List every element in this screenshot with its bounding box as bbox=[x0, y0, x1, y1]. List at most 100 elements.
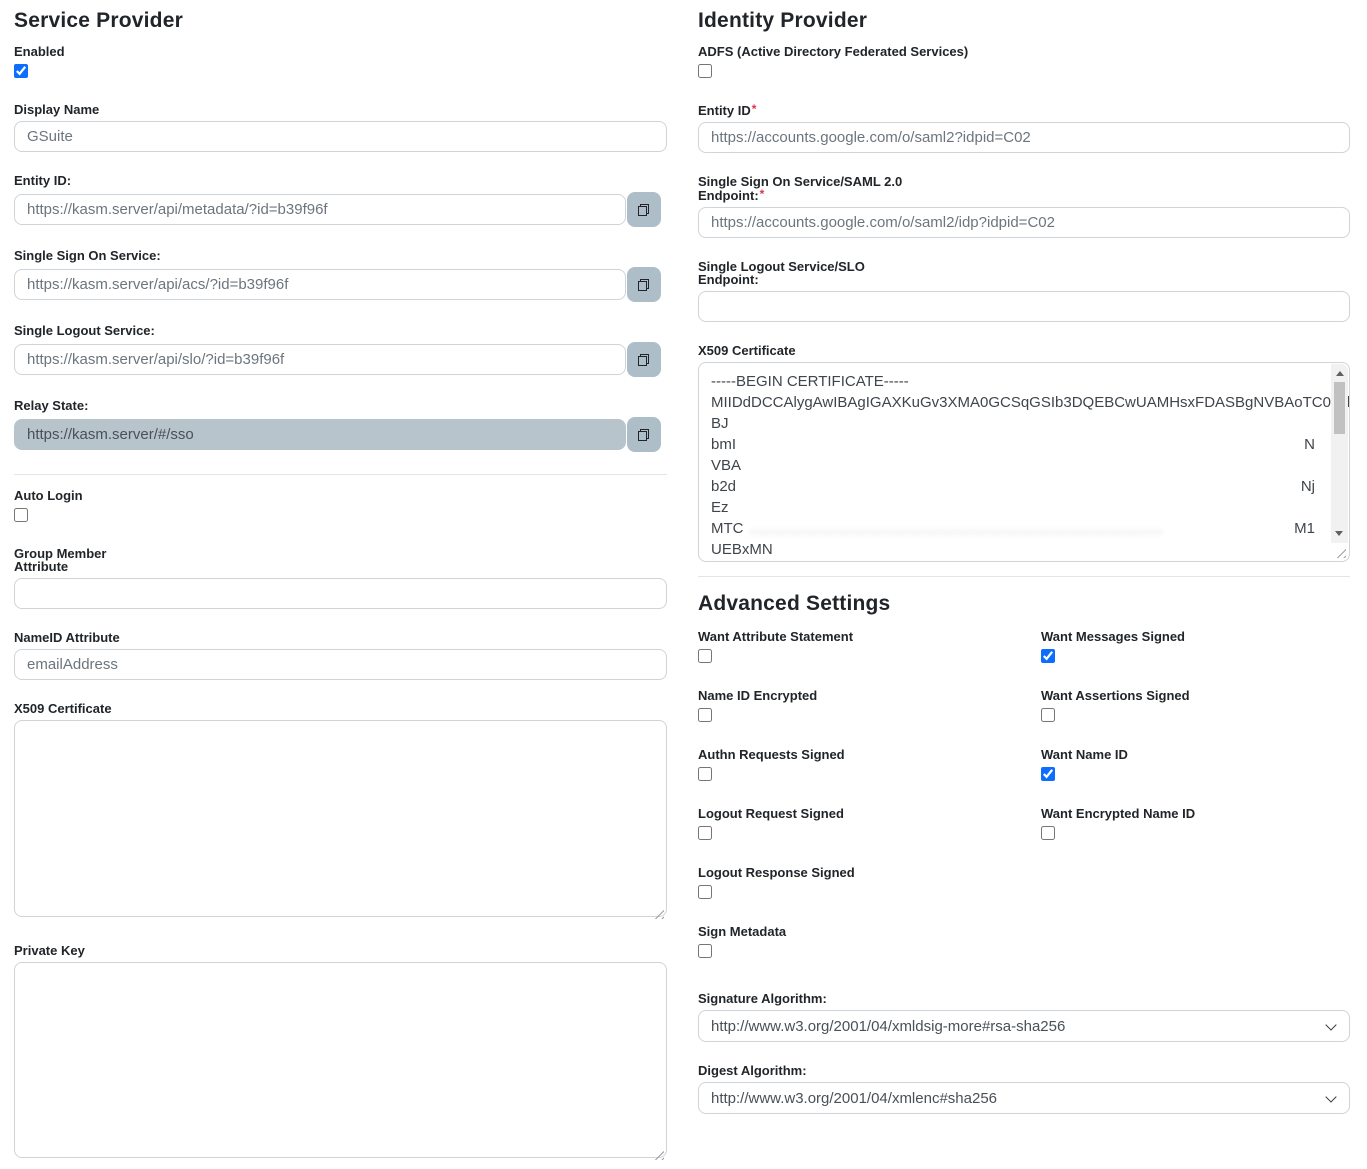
adfs-checkbox[interactable] bbox=[698, 64, 712, 78]
want-assertions-signed-field: Want Assertions Signed bbox=[1041, 689, 1350, 722]
digest-algorithm-label: Digest Algorithm: bbox=[698, 1063, 807, 1078]
copy-icon bbox=[636, 202, 652, 218]
resize-grip-icon[interactable] bbox=[1335, 547, 1346, 558]
idp-slo-endpoint-field: Single Logout Service/SLO Endpoint: bbox=[698, 260, 1350, 322]
want-assertions-signed-checkbox[interactable] bbox=[1041, 708, 1055, 722]
idp-sso-endpoint-label: Single Sign On Service/SAML 2.0 Endpoint… bbox=[698, 174, 903, 203]
name-id-encrypted-checkbox[interactable] bbox=[698, 708, 712, 722]
sp-entity-id-label: Entity ID: bbox=[14, 173, 72, 188]
required-asterisk: * bbox=[759, 187, 765, 201]
copy-entity-id-button[interactable] bbox=[627, 192, 661, 227]
copy-icon bbox=[636, 427, 652, 443]
idp-sso-endpoint-field: Single Sign On Service/SAML 2.0 Endpoint… bbox=[698, 175, 1350, 238]
want-name-id-checkbox[interactable] bbox=[1041, 767, 1055, 781]
copy-slo-button[interactable] bbox=[627, 342, 661, 377]
name-id-encrypted-field: Name ID Encrypted bbox=[698, 689, 1041, 722]
sp-x509-label: X509 Certificate bbox=[14, 701, 112, 716]
nameid-attribute-input[interactable] bbox=[14, 649, 667, 680]
group-member-attribute-label: Group Member Attribute bbox=[14, 546, 107, 574]
relay-state-input bbox=[14, 419, 626, 450]
want-encrypted-name-id-field: Want Encrypted Name ID bbox=[1041, 807, 1350, 840]
relay-state-label: Relay State: bbox=[14, 398, 89, 413]
relay-state-field: Relay State: bbox=[14, 399, 667, 452]
sign-metadata-field: Sign Metadata bbox=[698, 925, 1041, 958]
identity-provider-section: Identity Provider ADFS (Active Directory… bbox=[698, 0, 1350, 1136]
idp-entity-id-field: Entity ID* bbox=[698, 103, 1350, 153]
grid-spacer bbox=[1041, 866, 1350, 925]
saml-settings-page: Service Provider Enabled Display Name En… bbox=[0, 0, 1367, 1169]
auto-login-field: Auto Login bbox=[14, 489, 667, 522]
adfs-label: ADFS (Active Directory Federated Service… bbox=[698, 44, 969, 59]
sign-metadata-checkbox[interactable] bbox=[698, 944, 712, 958]
sp-divider bbox=[14, 474, 667, 475]
want-attribute-statement-checkbox[interactable] bbox=[698, 649, 712, 663]
digest-algorithm-field: Digest Algorithm: http://www.w3.org/2001… bbox=[698, 1064, 1350, 1114]
scroll-up-icon[interactable] bbox=[1335, 371, 1344, 376]
enabled-field: Enabled bbox=[14, 45, 667, 78]
idp-x509-label: X509 Certificate bbox=[698, 343, 796, 358]
signature-algorithm-select[interactable]: http://www.w3.org/2001/04/xmldsig-more#r… bbox=[698, 1010, 1350, 1042]
logout-response-signed-checkbox[interactable] bbox=[698, 885, 712, 899]
service-provider-section: Service Provider Enabled Display Name En… bbox=[14, 0, 667, 1169]
nameid-attribute-field: NameID Attribute bbox=[14, 631, 667, 680]
copy-icon bbox=[636, 277, 652, 293]
signature-algorithm-field: Signature Algorithm: http://www.w3.org/2… bbox=[698, 992, 1350, 1042]
identity-provider-title: Identity Provider bbox=[698, 9, 868, 32]
scrollbar-thumb[interactable] bbox=[1334, 382, 1345, 434]
digest-algorithm-select[interactable]: http://www.w3.org/2001/04/xmlenc#sha256 bbox=[698, 1082, 1350, 1114]
idp-slo-endpoint-label: Single Logout Service/SLO Endpoint: bbox=[698, 259, 865, 287]
sp-slo-input[interactable] bbox=[14, 344, 626, 375]
group-member-attribute-field: Group Member Attribute bbox=[14, 547, 667, 609]
want-messages-signed-checkbox[interactable] bbox=[1041, 649, 1055, 663]
sp-x509-field: X509 Certificate bbox=[14, 702, 667, 922]
copy-sso-button[interactable] bbox=[627, 267, 661, 302]
idp-slo-endpoint-input[interactable] bbox=[698, 291, 1350, 322]
sp-sso-field: Single Sign On Service: bbox=[14, 249, 667, 302]
nameid-attribute-label: NameID Attribute bbox=[14, 630, 120, 645]
advanced-settings-grid: Want Attribute Statement Want Messages S… bbox=[698, 630, 1350, 984]
idp-entity-id-label: Entity ID* bbox=[698, 102, 757, 118]
copy-relay-state-button[interactable] bbox=[627, 417, 661, 452]
copy-icon bbox=[636, 352, 652, 368]
sp-slo-field: Single Logout Service: bbox=[14, 324, 667, 377]
idp-x509-textarea[interactable]: -----BEGIN CERTIFICATE----- MIIDdDCCAlyg… bbox=[698, 362, 1350, 562]
enabled-label: Enabled bbox=[14, 44, 65, 59]
enabled-checkbox[interactable] bbox=[14, 64, 28, 78]
want-name-id-field: Want Name ID bbox=[1041, 748, 1350, 781]
logout-response-signed-field: Logout Response Signed bbox=[698, 866, 1041, 899]
group-member-attribute-input[interactable] bbox=[14, 578, 667, 609]
idp-sso-endpoint-input[interactable] bbox=[698, 207, 1350, 238]
want-messages-signed-field: Want Messages Signed bbox=[1041, 630, 1350, 663]
want-attribute-statement-field: Want Attribute Statement bbox=[698, 630, 1041, 663]
adfs-field: ADFS (Active Directory Federated Service… bbox=[698, 45, 1350, 78]
idp-x509-field: X509 Certificate -----BEGIN CERTIFICATE-… bbox=[698, 344, 1350, 562]
private-key-label: Private Key bbox=[14, 943, 85, 958]
private-key-textarea[interactable] bbox=[14, 962, 667, 1158]
advanced-settings-title: Advanced Settings bbox=[698, 592, 891, 615]
display-name-label: Display Name bbox=[14, 102, 100, 117]
idp-entity-id-input[interactable] bbox=[698, 122, 1350, 153]
grid-spacer bbox=[1041, 925, 1350, 984]
scroll-down-icon[interactable] bbox=[1335, 531, 1343, 536]
signature-algorithm-label: Signature Algorithm: bbox=[698, 991, 827, 1006]
want-encrypted-name-id-checkbox[interactable] bbox=[1041, 826, 1055, 840]
logout-request-signed-checkbox[interactable] bbox=[698, 826, 712, 840]
authn-requests-signed-field: Authn Requests Signed bbox=[698, 748, 1041, 781]
auto-login-checkbox[interactable] bbox=[14, 508, 28, 522]
sp-entity-id-field: Entity ID: bbox=[14, 174, 667, 227]
required-asterisk: * bbox=[751, 102, 757, 116]
display-name-field: Display Name bbox=[14, 103, 667, 152]
authn-requests-signed-checkbox[interactable] bbox=[698, 767, 712, 781]
idp-divider bbox=[698, 576, 1350, 577]
sp-sso-input[interactable] bbox=[14, 269, 626, 300]
sp-sso-label: Single Sign On Service: bbox=[14, 248, 161, 263]
private-key-field: Private Key bbox=[14, 944, 667, 1163]
sp-x509-textarea[interactable] bbox=[14, 720, 667, 917]
display-name-input[interactable] bbox=[14, 121, 667, 152]
sp-entity-id-input[interactable] bbox=[14, 194, 626, 225]
service-provider-title: Service Provider bbox=[14, 9, 183, 32]
sp-slo-label: Single Logout Service: bbox=[14, 323, 155, 338]
scrollbar[interactable] bbox=[1331, 364, 1348, 543]
logout-request-signed-field: Logout Request Signed bbox=[698, 807, 1041, 840]
auto-login-label: Auto Login bbox=[14, 488, 83, 503]
